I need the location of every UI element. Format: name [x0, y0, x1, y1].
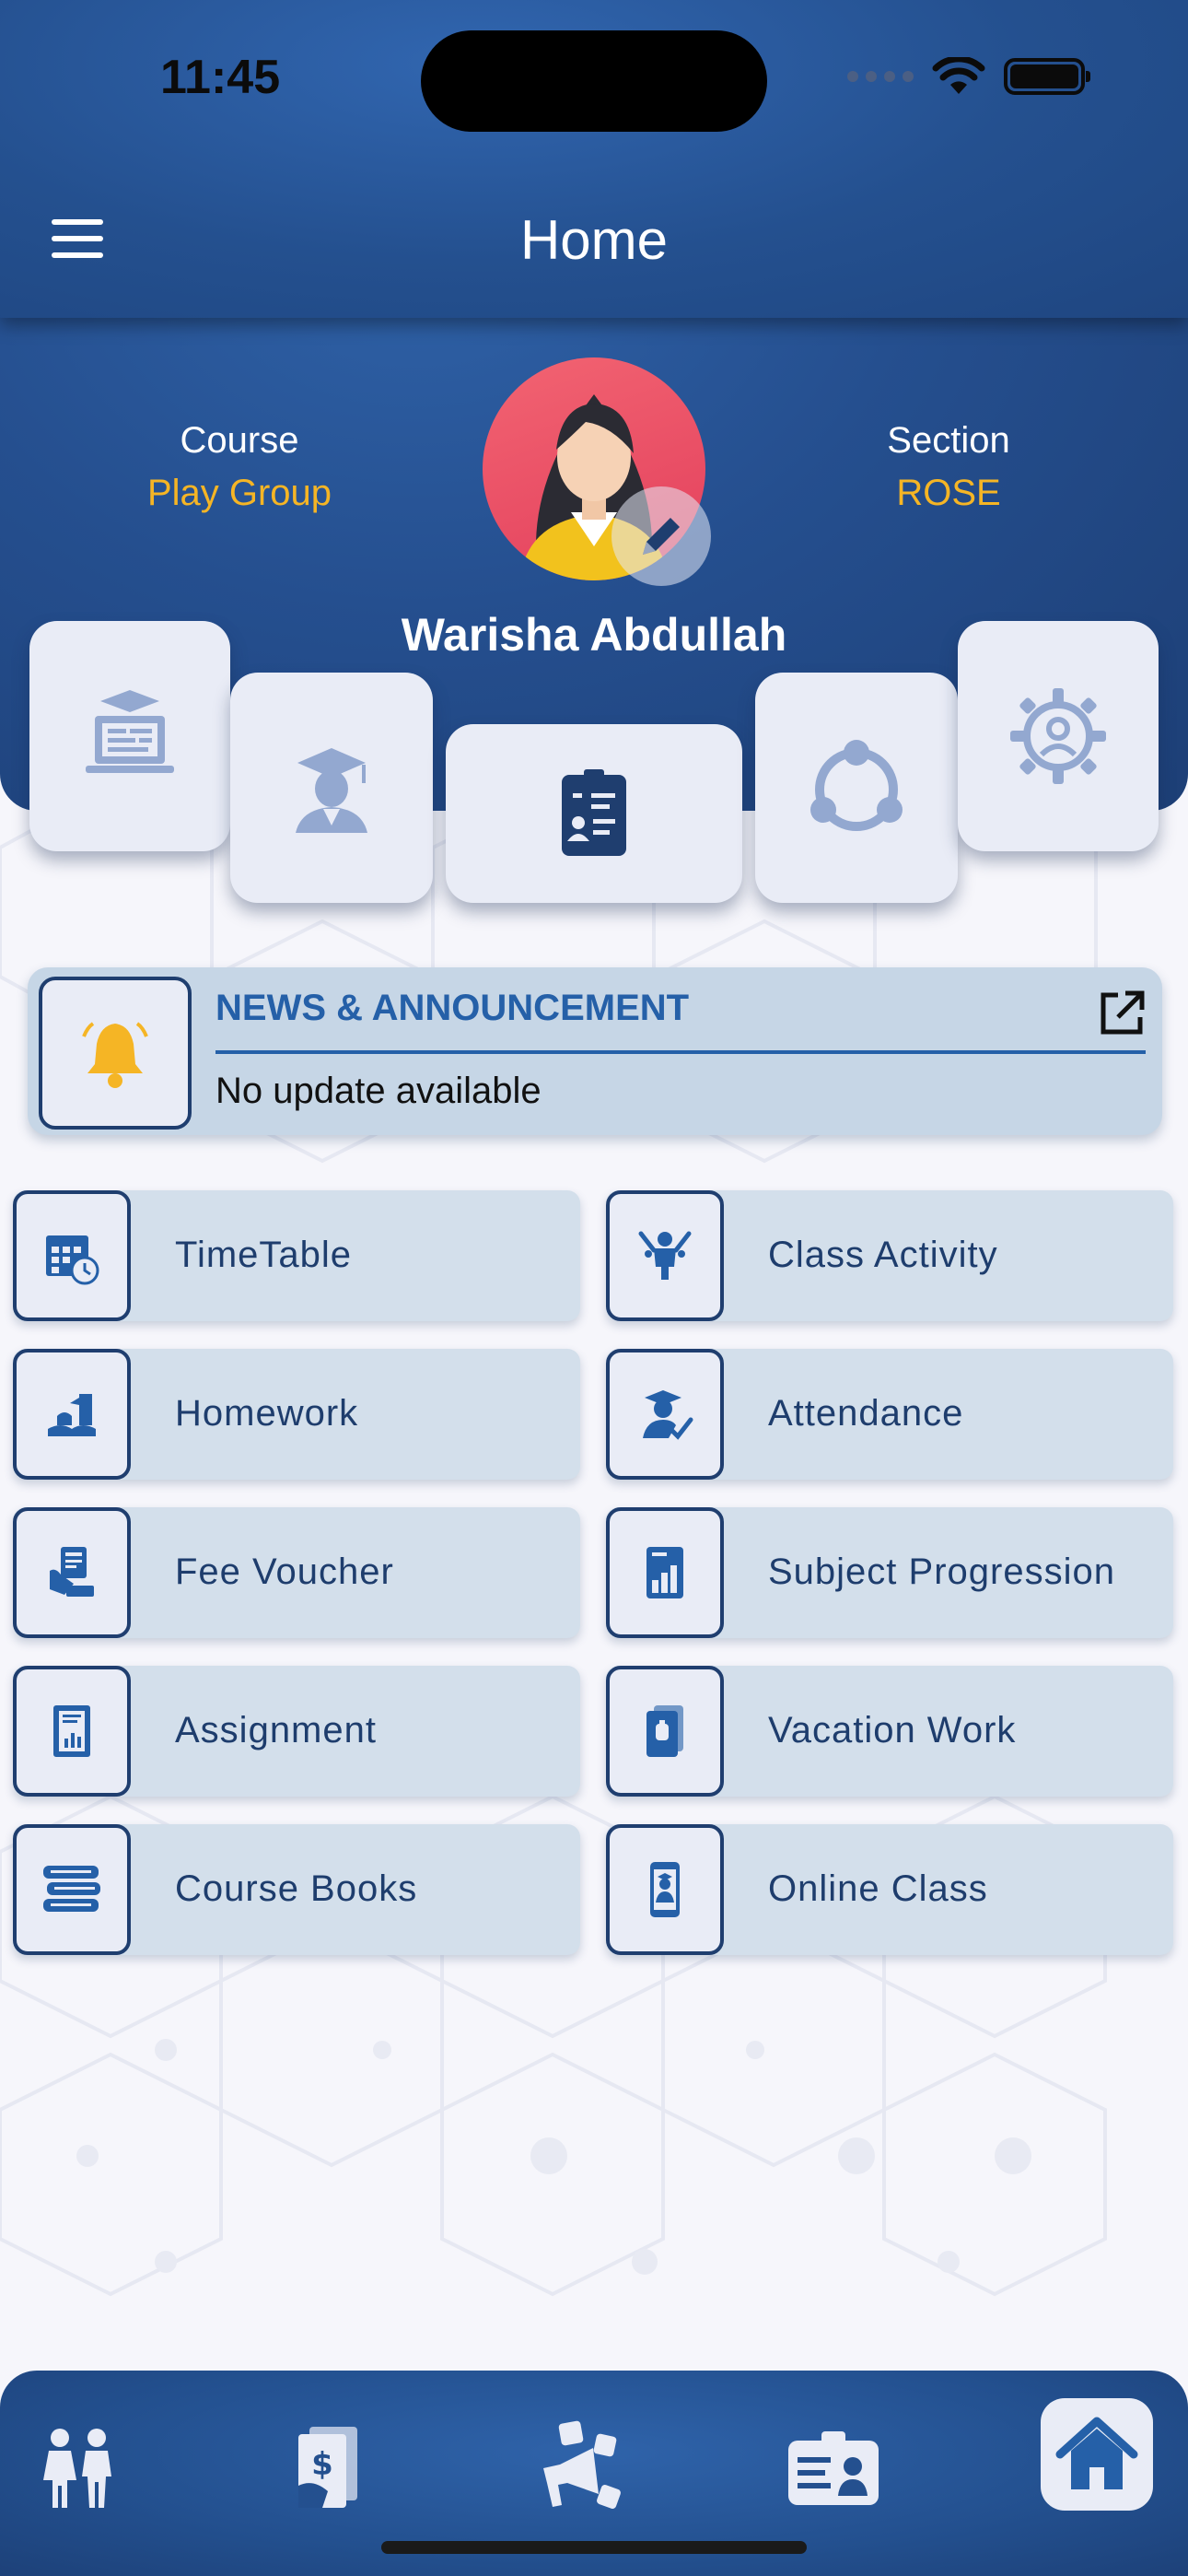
progression-icon [646, 1547, 683, 1598]
wifi-icon [932, 57, 985, 94]
course-info: Course Play Group [120, 420, 359, 514]
vacation-work-icon [646, 1705, 683, 1757]
tile-icon-box [606, 1666, 724, 1797]
homework-icon [48, 1394, 96, 1436]
id-card-icon [562, 769, 626, 856]
tile-label: Class Activity [768, 1235, 998, 1275]
nav-profile-card[interactable] [774, 2407, 893, 2527]
section-label: Section [887, 420, 1010, 461]
nav-family[interactable] [18, 2407, 138, 2527]
tile-icon-box [606, 1349, 724, 1480]
tile-label: Course Books [175, 1868, 418, 1909]
menu-tile-assignment[interactable]: Assignment [13, 1666, 580, 1797]
tile-label: Attendance [768, 1393, 964, 1434]
menu-tile-fee-voucher[interactable]: Fee Voucher [13, 1507, 580, 1638]
news-divider [215, 1050, 1146, 1054]
dynamic-island [421, 30, 767, 132]
home-icon [1055, 2417, 1138, 2489]
status-icons [847, 57, 1090, 96]
quick-action-settings[interactable] [958, 621, 1159, 851]
news-icon-box [39, 977, 192, 1130]
pencil-icon [643, 518, 680, 555]
section-info: Section ROSE [829, 420, 1068, 514]
tile-label: Assignment [175, 1710, 377, 1751]
course-value: Play Group [146, 473, 332, 513]
menu-tile-online-class[interactable]: Online Class [606, 1824, 1173, 1955]
social-announcement-icon [543, 2420, 621, 2509]
menu-tile-class-activity[interactable]: Class Activity [606, 1190, 1173, 1321]
profile-card-icon [788, 2431, 879, 2505]
news-title: NEWS & ANNOUNCEMENT [215, 988, 690, 1028]
nav-home[interactable] [1041, 2398, 1153, 2511]
nav-payments[interactable]: $ [267, 2407, 387, 2527]
battery-icon [1004, 58, 1090, 95]
tile-label: Fee Voucher [175, 1551, 394, 1592]
news-text: No update available [215, 1071, 542, 1111]
tile-label: Vacation Work [768, 1710, 1017, 1751]
page-title: Home [519, 209, 669, 271]
menu-tile-course-books[interactable]: Course Books [13, 1824, 580, 1955]
tile-icon-box [13, 1666, 131, 1797]
menu-tile-attendance[interactable]: Attendance [606, 1349, 1173, 1480]
tile-icon-box [13, 1190, 131, 1321]
news-announcement-card[interactable]: NEWS & ANNOUNCEMENT No update available [28, 967, 1162, 1135]
status-time: 11:45 [160, 51, 281, 104]
tile-icon-box [606, 1824, 724, 1955]
books-icon [43, 1866, 100, 1912]
home-indicator [381, 2541, 807, 2554]
attendance-icon [643, 1390, 693, 1440]
menu-tile-homework[interactable]: Homework [13, 1349, 580, 1480]
tile-label: Homework [175, 1393, 359, 1434]
quick-action-community[interactable] [755, 673, 958, 903]
assignment-icon [53, 1705, 90, 1757]
tile-label: Subject Progression [768, 1551, 1115, 1592]
settings-user-icon [1010, 688, 1106, 784]
online-class-icon [650, 1862, 680, 1917]
section-value: ROSE [896, 473, 1001, 513]
open-external-icon[interactable] [1096, 988, 1147, 1039]
tile-icon-box [606, 1507, 724, 1638]
tile-icon-box [13, 1349, 131, 1480]
online-learning-icon [86, 690, 174, 773]
family-icon [43, 2429, 111, 2508]
nav-social-announcements[interactable] [525, 2407, 645, 2527]
tile-icon-box [13, 1824, 131, 1955]
course-label: Course [180, 420, 299, 461]
fee-voucher-icon [50, 1547, 94, 1597]
app-bar: 11:45 Home [0, 0, 1188, 318]
tile-icon-box [13, 1507, 131, 1638]
community-icon [810, 740, 903, 831]
tile-icon-box [606, 1190, 724, 1321]
graduate-icon [296, 748, 367, 833]
quick-action-online-learning[interactable] [29, 621, 230, 851]
edit-avatar-button[interactable] [611, 486, 711, 586]
svg-text:$: $ [311, 2446, 333, 2483]
menu-tile-timetable[interactable]: TimeTable [13, 1190, 580, 1321]
activity-icon [638, 1231, 692, 1280]
quick-action-id-card[interactable] [446, 724, 742, 903]
calendar-clock-icon [46, 1235, 99, 1285]
cellular-signal-icon [847, 71, 914, 82]
tile-label: TimeTable [175, 1235, 353, 1275]
menu-tile-vacation-work[interactable]: Vacation Work [606, 1666, 1173, 1797]
menu-tile-subject-progression[interactable]: Subject Progression [606, 1507, 1173, 1638]
payment-document-icon: $ [298, 2427, 357, 2508]
quick-action-graduate[interactable] [230, 673, 433, 903]
avatar-container [483, 357, 711, 586]
bell-icon [82, 1022, 148, 1088]
tile-label: Online Class [768, 1868, 988, 1909]
